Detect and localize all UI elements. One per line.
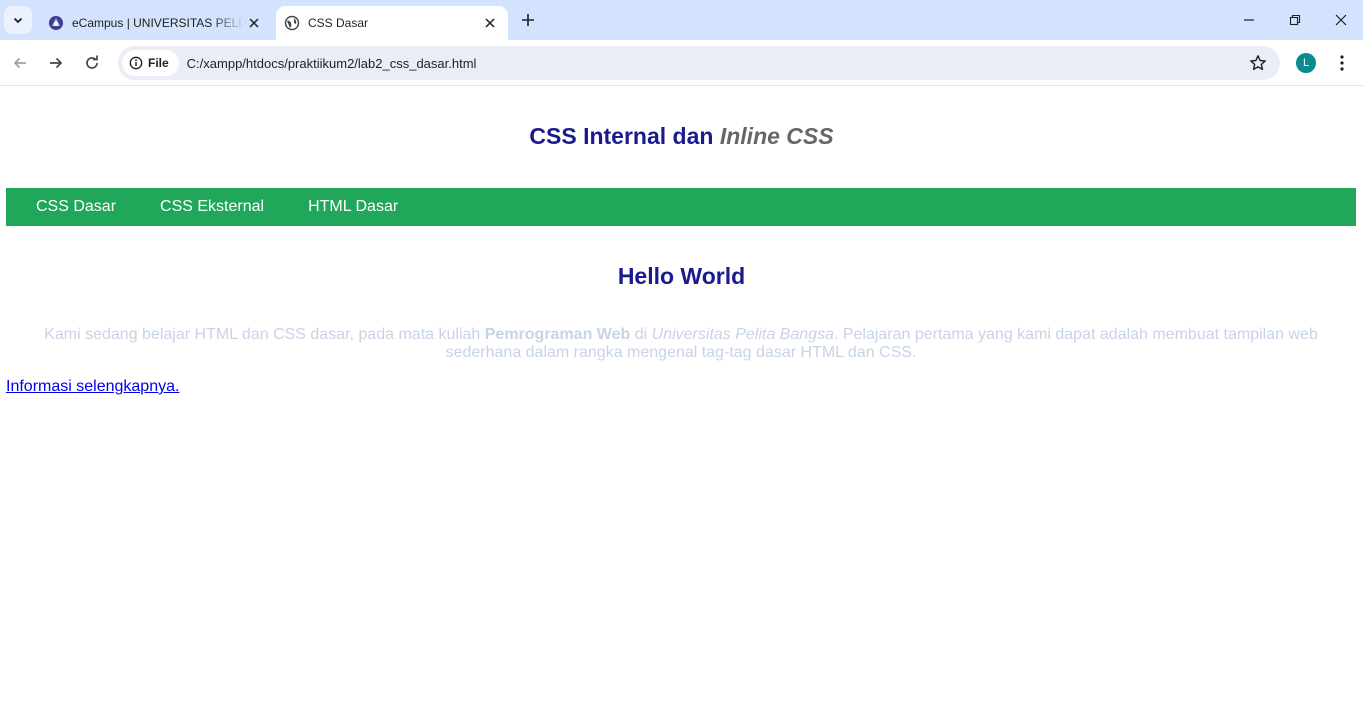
tab-title: eCampus | UNIVERSITAS PELITA BANGSA bbox=[72, 16, 246, 30]
arrow-right-icon bbox=[50, 57, 63, 69]
close-window-button[interactable] bbox=[1329, 8, 1353, 32]
bookmark-button[interactable] bbox=[1242, 49, 1274, 77]
restore-button[interactable] bbox=[1283, 8, 1307, 32]
paragraph-italic: Universitas Pelita Bangsa bbox=[651, 326, 834, 343]
hello-heading: Hello World bbox=[617, 263, 746, 289]
more-vert-icon bbox=[1340, 55, 1344, 71]
tab-title: CSS Dasar bbox=[308, 16, 369, 30]
minimize-button[interactable] bbox=[1237, 8, 1261, 32]
arrow-left-icon bbox=[13, 57, 26, 69]
close-icon bbox=[1335, 14, 1347, 26]
intro-paragraph: Kami sedang belajar HTML dan CSS dasar, … bbox=[6, 326, 1356, 362]
nav-link-html-dasar[interactable]: HTML Dasar bbox=[308, 198, 398, 216]
nav-link-css-dasar[interactable]: CSS Dasar bbox=[36, 198, 116, 216]
chevron-down-icon bbox=[13, 17, 23, 24]
address-bar[interactable]: File C:/xampp/htdocs/praktiikum2/lab2_cs… bbox=[118, 46, 1280, 80]
globe-icon bbox=[284, 15, 300, 31]
site-info-chip[interactable]: File bbox=[122, 50, 179, 76]
minimize-icon bbox=[1244, 19, 1254, 21]
tab-search-button[interactable] bbox=[4, 6, 32, 34]
paragraph-text: Kami sedang belajar HTML dan CSS dasar, … bbox=[44, 326, 485, 343]
browser-menu-button[interactable] bbox=[1330, 51, 1354, 75]
university-logo-icon bbox=[48, 15, 64, 31]
tab-ecampus[interactable]: eCampus | UNIVERSITAS PELITA BANGSA bbox=[40, 6, 272, 40]
back-button[interactable] bbox=[6, 49, 34, 77]
forward-button[interactable] bbox=[42, 49, 70, 77]
plus-icon bbox=[522, 14, 534, 26]
browser-toolbar: File C:/xampp/htdocs/praktiikum2/lab2_cs… bbox=[0, 40, 1363, 86]
page-title-main: CSS Internal dan bbox=[529, 123, 720, 149]
reload-icon bbox=[86, 55, 98, 69]
more-info-link[interactable]: Informasi selengkapnya. bbox=[6, 378, 179, 396]
tab-css-dasar[interactable]: CSS Dasar bbox=[276, 6, 508, 40]
url-text[interactable]: C:/xampp/htdocs/praktiikum2/lab2_css_das… bbox=[187, 56, 1242, 71]
restore-icon bbox=[1289, 14, 1301, 26]
nav-bar: CSS Dasar CSS Eksternal HTML Dasar bbox=[6, 188, 1356, 226]
reload-button[interactable] bbox=[78, 49, 106, 77]
close-tab-icon[interactable] bbox=[246, 15, 262, 31]
info-icon bbox=[129, 56, 143, 70]
page-title-emphasis: Inline CSS bbox=[719, 123, 834, 149]
new-tab-button[interactable] bbox=[516, 10, 540, 30]
paragraph-text: di bbox=[630, 326, 652, 343]
web-page: CSS Internal dan Inline CSS CSS Dasar CS… bbox=[0, 87, 1363, 714]
profile-avatar[interactable]: L bbox=[1296, 53, 1316, 73]
close-tab-icon[interactable] bbox=[482, 15, 498, 31]
star-icon bbox=[1250, 55, 1266, 71]
nav-link-css-eksternal[interactable]: CSS Eksternal bbox=[160, 198, 264, 216]
site-info-label: File bbox=[148, 56, 169, 70]
paragraph-bold: Pemrograman Web bbox=[484, 326, 631, 343]
page-title: CSS Internal dan Inline CSS bbox=[0, 123, 1363, 150]
tab-strip: eCampus | UNIVERSITAS PELITA BANGSA CSS … bbox=[0, 0, 1363, 40]
